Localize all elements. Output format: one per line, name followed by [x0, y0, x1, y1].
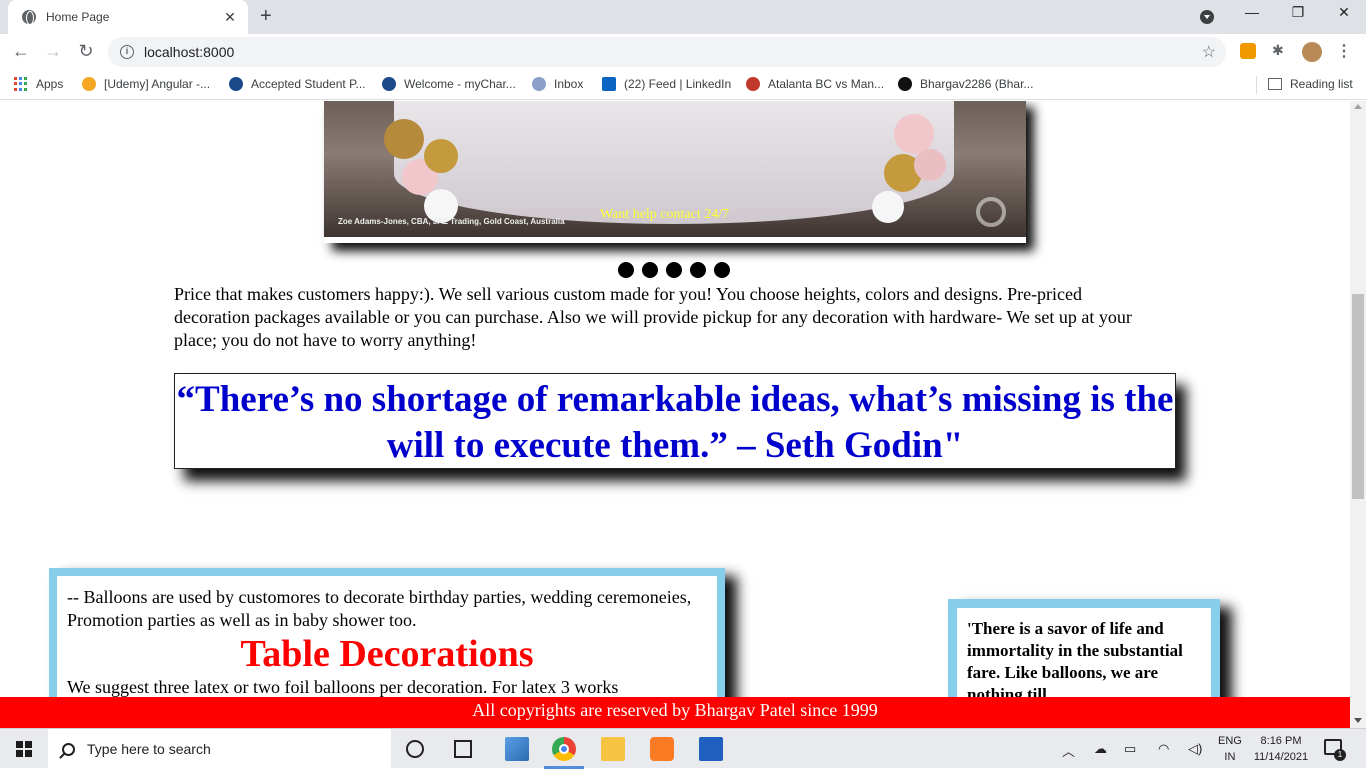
onedrive-icon[interactable]: ☁	[1094, 741, 1107, 757]
slide-dot[interactable]	[714, 262, 730, 278]
desktop-app-icon[interactable]	[505, 737, 529, 761]
reload-icon[interactable]: ↻	[75, 41, 97, 62]
quote-text: “There’s no shortage of remarkable ideas…	[176, 379, 1174, 466]
scroll-down-arrow-icon[interactable]	[1354, 718, 1362, 723]
slide-dot[interactable]	[618, 262, 634, 278]
slide-bottom-bar	[324, 237, 1026, 243]
quote-box: “There’s no shortage of remarkable ideas…	[174, 373, 1176, 469]
slide-dot[interactable]	[666, 262, 682, 278]
site-info-icon[interactable]: i	[120, 45, 134, 59]
watermark-logo-icon	[976, 197, 1006, 227]
search-icon	[62, 742, 75, 756]
tab-search-icon[interactable]	[1200, 10, 1214, 24]
table-decorations-text: We suggest three latex or two foil ballo…	[67, 677, 619, 697]
slide-dots	[618, 262, 730, 278]
bookmarks-bar: Apps [Udemy] Angular -... Accepted Stude…	[0, 70, 1366, 100]
university-icon	[229, 77, 243, 91]
browser-tab-home[interactable]: Home Page ✕	[8, 0, 248, 34]
balloon-shape	[424, 139, 458, 173]
linkedin-icon	[602, 77, 616, 91]
file-explorer-icon[interactable]	[601, 737, 625, 761]
battery-icon[interactable]: ▭	[1124, 741, 1136, 757]
balloon-shape	[914, 149, 946, 181]
slideshow-image[interactable]: Zoe Adams-Jones, CBA, JAZ Trading, Gold …	[324, 101, 1026, 243]
new-tab-button[interactable]: +	[260, 5, 272, 28]
bookmark-accepted-student[interactable]: Accepted Student P...	[229, 77, 366, 91]
bookmark-mycharlotte[interactable]: Welcome - myChar...	[382, 77, 516, 91]
github-icon	[898, 77, 912, 91]
browser-toolbar: ← → ↻ i localhost:8000 ☆ ✱ ⋮	[0, 34, 1366, 70]
chrome-icon[interactable]	[552, 737, 576, 761]
bookmark-apps[interactable]: Apps	[14, 77, 63, 91]
scrollbar-thumb[interactable]	[1352, 294, 1364, 499]
tab-close-icon[interactable]: ✕	[222, 9, 238, 26]
windows-start-icon[interactable]	[16, 741, 32, 757]
soccer-icon	[746, 77, 760, 91]
minimize-button[interactable]: —	[1242, 4, 1262, 20]
back-arrow-icon[interactable]: ←	[10, 41, 32, 62]
bookmark-star-icon[interactable]: ☆	[1202, 42, 1216, 62]
notification-badge: 1	[1334, 749, 1346, 761]
balloon-shape	[894, 114, 934, 154]
profile-avatar[interactable]	[1302, 42, 1322, 62]
powershell-icon[interactable]	[699, 737, 723, 761]
slide-dot[interactable]	[690, 262, 706, 278]
mail-icon	[532, 77, 546, 91]
bookmark-github[interactable]: Bhargav2286 (Bhar...	[898, 77, 1033, 91]
forward-arrow-icon[interactable]: →	[42, 41, 64, 62]
address-bar[interactable]: i localhost:8000 ☆	[108, 37, 1226, 67]
page-scrollbar[interactable]	[1350, 101, 1366, 728]
reading-list-icon	[1268, 78, 1282, 90]
window-close-button[interactable]: ✕	[1334, 4, 1354, 21]
search-placeholder: Type here to search	[87, 741, 211, 757]
bookmarks-divider	[1256, 76, 1257, 94]
taskbar-search[interactable]: Type here to search	[48, 729, 391, 769]
udemy-icon	[82, 77, 96, 91]
table-decorations-heading: Table Decorations	[240, 633, 534, 675]
extension-icon[interactable]	[1240, 43, 1256, 59]
balloons-info-text: -- Balloons are used by customores to de…	[67, 587, 692, 630]
system-clock[interactable]: 8:16 PM 11/14/2021	[1250, 733, 1312, 765]
apps-grid-icon	[14, 77, 28, 91]
menu-kebab-icon[interactable]: ⋮	[1336, 41, 1352, 61]
url-text[interactable]: localhost:8000	[144, 44, 234, 60]
wifi-icon[interactable]: ◠	[1158, 741, 1169, 757]
slide-dot[interactable]	[642, 262, 658, 278]
balloon-shape	[872, 191, 904, 223]
bookmark-inbox[interactable]: Inbox	[532, 77, 583, 91]
bookmark-atalanta[interactable]: Atalanta BC vs Man...	[746, 77, 884, 91]
browser-tab-strip: Home Page ✕ + — ❐ ✕	[0, 0, 1366, 34]
language-indicator[interactable]: ENG IN	[1218, 733, 1242, 765]
university-icon	[382, 77, 396, 91]
intro-paragraph: Price that makes customers happy:). We s…	[174, 284, 1132, 350]
page-viewport: Zoe Adams-Jones, CBA, JAZ Trading, Gold …	[0, 101, 1350, 728]
scroll-up-arrow-icon[interactable]	[1354, 104, 1362, 109]
extensions-puzzle-icon[interactable]: ✱	[1272, 42, 1288, 58]
task-view-icon[interactable]	[454, 740, 472, 758]
slide-credit: Zoe Adams-Jones, CBA, JAZ Trading, Gold …	[338, 217, 565, 226]
slide-photo: Zoe Adams-Jones, CBA, JAZ Trading, Gold …	[324, 101, 1026, 237]
bookmark-udemy[interactable]: [Udemy] Angular -...	[82, 77, 210, 91]
slide-caption: Want help contact 24/7	[600, 207, 730, 222]
tab-title: Home Page	[46, 10, 110, 24]
cortana-icon[interactable]	[406, 740, 424, 758]
reading-list-button[interactable]: Reading list	[1268, 77, 1353, 91]
tablecloth-shape	[394, 101, 954, 224]
balloon-shape	[384, 119, 424, 159]
xampp-icon[interactable]	[650, 737, 674, 761]
page-footer: All copyrights are reserved by Bhargav P…	[0, 697, 1350, 728]
windows-taskbar: Type here to search ︿ ☁ ▭ ◠ ◁) ENG IN 8:…	[0, 728, 1366, 769]
globe-icon	[22, 10, 36, 25]
maximize-button[interactable]: ❐	[1288, 4, 1308, 21]
tray-chevron-icon[interactable]: ︿	[1062, 741, 1075, 760]
volume-icon[interactable]: ◁)	[1188, 741, 1202, 757]
bookmark-linkedin[interactable]: (22) Feed | LinkedIn	[602, 77, 731, 91]
